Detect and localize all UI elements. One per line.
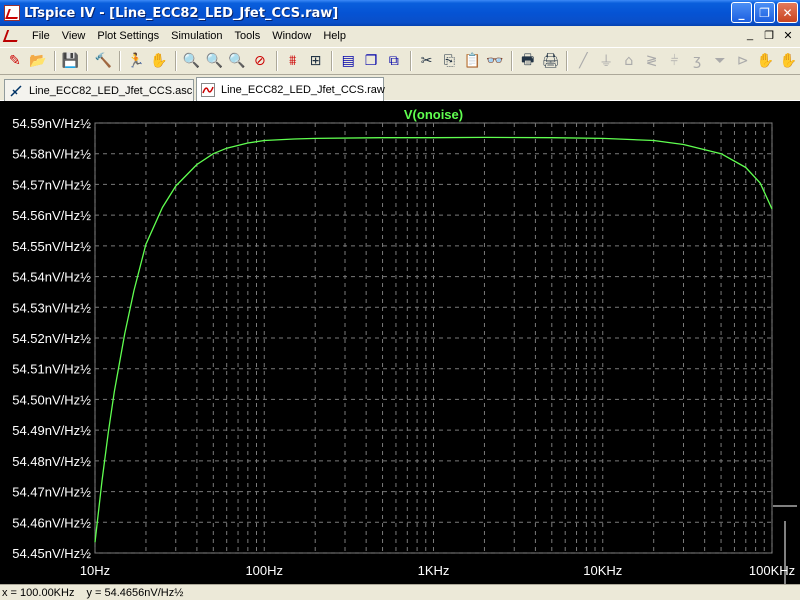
waveform-plot[interactable]: 54.59nV/Hz½ 54.58nV/Hz½ 54.57nV/Hz½ 54.56nV… bbox=[0, 101, 800, 584]
label-icon[interactable]: ⌂ bbox=[618, 50, 640, 72]
schematic-icon bbox=[9, 84, 23, 98]
y-tick-label: 54.54nV/Hz½ bbox=[12, 270, 91, 285]
copy-icon[interactable]: ⎘ bbox=[439, 50, 461, 72]
y-tick-label: 54.50nV/Hz½ bbox=[12, 392, 91, 407]
trace-title: V(onoise) bbox=[404, 107, 463, 122]
mdi-restore-button[interactable]: ❐ bbox=[761, 28, 777, 42]
document-system-icon[interactable] bbox=[4, 28, 20, 44]
ground-icon[interactable]: ⏚ bbox=[595, 50, 617, 72]
tab-label: Line_ECC82_LED_Jfet_CCS.asc bbox=[29, 84, 193, 97]
menu-simulation[interactable]: Simulation bbox=[165, 30, 228, 42]
waveform-plot-pane[interactable]: 54.59nV/Hz½ 54.58nV/Hz½ 54.57nV/Hz½ 54.56nV… bbox=[0, 101, 800, 584]
y-tick-label: 54.45nV/Hz½ bbox=[12, 546, 91, 561]
menu-window[interactable]: Window bbox=[266, 30, 317, 42]
close-window-icon[interactable]: ⧉ bbox=[383, 50, 405, 72]
save-icon[interactable]: 💾 bbox=[60, 50, 82, 72]
y-tick-label: 54.49nV/Hz½ bbox=[12, 423, 91, 438]
status-bar: x = 100.00KHz y = 54.4656nV/Hz½ bbox=[0, 584, 800, 600]
run-icon[interactable]: 🏃 bbox=[125, 50, 147, 72]
title-bar: LTspice IV - [Line_ECC82_LED_Jfet_CCS.ra… bbox=[0, 0, 800, 26]
y-tick-label: 54.58nV/Hz½ bbox=[12, 147, 91, 162]
y-tick-label: 54.46nV/Hz½ bbox=[12, 515, 91, 530]
resistor-icon[interactable]: ≷ bbox=[641, 50, 663, 72]
document-tab-bar: Line_ECC82_LED_Jfet_CCS.asc Line_ECC82_L… bbox=[0, 76, 800, 101]
move-icon[interactable]: ✋ bbox=[755, 50, 777, 72]
menu-help[interactable]: Help bbox=[317, 30, 352, 42]
y-tick-label: 54.47nV/Hz½ bbox=[12, 485, 91, 500]
y-tick-label: 54.56nV/Hz½ bbox=[12, 208, 91, 223]
menu-view[interactable]: View bbox=[56, 30, 92, 42]
print-icon[interactable]: 🖨 bbox=[540, 50, 562, 72]
new-schematic-icon[interactable]: ✎ bbox=[4, 50, 26, 72]
x-tick-label: 100Hz bbox=[245, 563, 283, 578]
x-tick-label: 10KHz bbox=[583, 563, 622, 578]
restore-button[interactable]: ❐ bbox=[754, 2, 775, 23]
zoom-fit-icon[interactable]: 🔍 bbox=[226, 50, 248, 72]
window-title: LTspice IV - [Line_ECC82_LED_Jfet_CCS.ra… bbox=[24, 5, 339, 21]
zoom-out-icon[interactable]: 🔍 bbox=[203, 50, 225, 72]
tab-label: Line_ECC82_LED_Jfet_CCS.raw bbox=[221, 83, 385, 96]
x-tick-label: 100KHz bbox=[749, 563, 795, 578]
diode-icon[interactable]: ⏷ bbox=[709, 50, 731, 72]
zoom-in-icon[interactable]: 🔍 bbox=[181, 50, 203, 72]
control-panel-icon[interactable]: 🔨 bbox=[92, 50, 114, 72]
y-tick-label: 54.59nV/Hz½ bbox=[12, 116, 91, 131]
tile-horizontal-icon[interactable]: ▤ bbox=[337, 50, 359, 72]
cursor-x-readout: x = 100.00KHz bbox=[2, 586, 75, 599]
minimize-button[interactable]: _ bbox=[731, 2, 752, 23]
mdi-close-button[interactable]: ✕ bbox=[780, 28, 796, 42]
inductor-icon[interactable]: ʒ bbox=[686, 50, 708, 72]
find-icon[interactable]: 👓 bbox=[484, 50, 506, 72]
zoom-cancel-icon[interactable]: ⊘ bbox=[249, 50, 271, 72]
waveform-icon bbox=[201, 82, 215, 97]
menu-tools[interactable]: Tools bbox=[229, 30, 267, 42]
ltspice-app-icon[interactable] bbox=[4, 5, 20, 21]
drag-icon[interactable]: ✋ bbox=[777, 50, 799, 72]
component-icon[interactable]: ⊳ bbox=[732, 50, 754, 72]
halt-icon[interactable]: ✋ bbox=[148, 50, 170, 72]
menu-plot-settings[interactable]: Plot Settings bbox=[91, 30, 165, 42]
wire-icon[interactable]: ╱ bbox=[572, 50, 594, 72]
y-tick-label: 54.57nV/Hz½ bbox=[12, 177, 91, 192]
autorange-icon[interactable]: ⩩ bbox=[282, 50, 304, 72]
y-tick-label: 54.51nV/Hz½ bbox=[12, 362, 91, 377]
x-tick-label: 1KHz bbox=[418, 563, 450, 578]
menu-file[interactable]: File bbox=[26, 30, 56, 42]
fit-icon[interactable]: ⊞ bbox=[305, 50, 327, 72]
close-button[interactable]: ✕ bbox=[777, 2, 798, 23]
open-icon[interactable]: 📂 bbox=[27, 50, 49, 72]
menu-bar: File View Plot Settings Simulation Tools… bbox=[0, 26, 800, 46]
mdi-minimize-button[interactable]: _ bbox=[742, 28, 758, 42]
y-tick-label: 54.52nV/Hz½ bbox=[12, 331, 91, 346]
cursor-y-readout: y = 54.4656nV/Hz½ bbox=[86, 586, 184, 599]
x-tick-label: 10Hz bbox=[80, 563, 110, 578]
cut-icon[interactable]: ✂ bbox=[416, 50, 438, 72]
tab-waveform[interactable]: Line_ECC82_LED_Jfet_CCS.raw bbox=[196, 77, 385, 101]
tab-schematic[interactable]: Line_ECC82_LED_Jfet_CCS.asc bbox=[4, 79, 194, 101]
cascade-icon[interactable]: ❐ bbox=[360, 50, 382, 72]
y-tick-label: 54.53nV/Hz½ bbox=[12, 300, 91, 315]
y-tick-label: 54.55nV/Hz½ bbox=[12, 239, 91, 254]
y-tick-label: 54.48nV/Hz½ bbox=[12, 454, 91, 469]
print-preview-icon[interactable]: 🖶 bbox=[517, 50, 539, 72]
toolbar: ✎ 📂 💾 🔨 🏃 ✋ 🔍 🔍 🔍 ⊘ ⩩ ⊞ ▤ ❐ ⧉ ✂ ⎘ 📋 👓 🖶 … bbox=[0, 47, 800, 75]
capacitor-icon[interactable]: ⫩ bbox=[664, 50, 686, 72]
paste-icon[interactable]: 📋 bbox=[461, 50, 483, 72]
